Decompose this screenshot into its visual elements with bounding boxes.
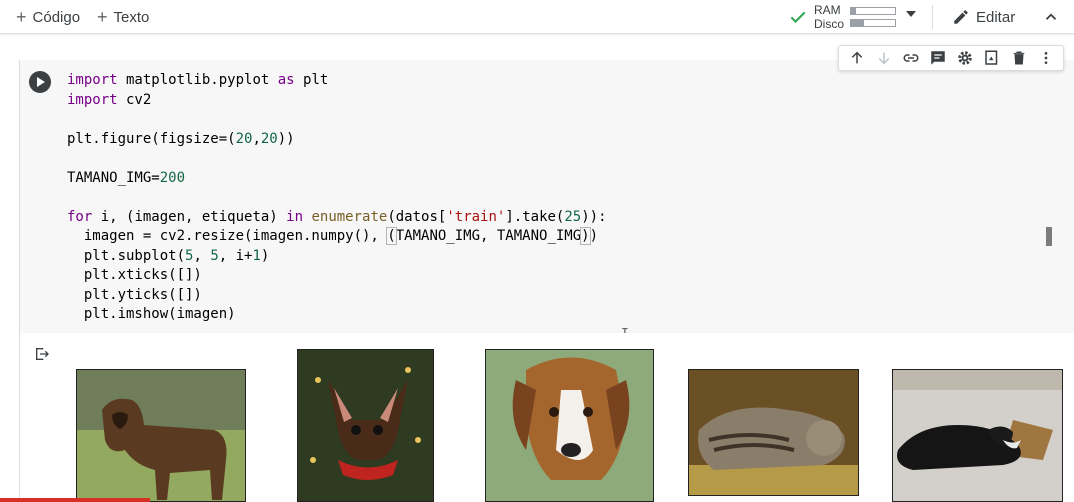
ram-usage-bar bbox=[850, 7, 897, 15]
check-icon bbox=[790, 11, 806, 24]
tabby-cat-photo bbox=[688, 369, 859, 496]
code-line-4: plt.figure(figsize=(20,20)) bbox=[67, 130, 295, 147]
arrow-down-icon[interactable] bbox=[874, 48, 894, 68]
chevron-up-icon[interactable] bbox=[1042, 8, 1060, 26]
black-white-dog-photo bbox=[892, 369, 1063, 502]
chevron-down-icon[interactable] bbox=[906, 11, 916, 17]
disk-label: Disco bbox=[814, 17, 845, 31]
edit-button[interactable]: Editar bbox=[952, 6, 1015, 28]
code-line-8: for i, (imagen, etiqueta) in enumerate(d… bbox=[67, 208, 607, 225]
code-line-2: import cv2 bbox=[67, 91, 152, 108]
disk-usage-bar bbox=[850, 19, 897, 27]
code-line-10: plt.subplot(5, 5, i+1) bbox=[67, 247, 270, 264]
pencil-icon bbox=[954, 10, 968, 24]
comment-icon[interactable] bbox=[928, 48, 948, 68]
chihuahua-photo bbox=[297, 349, 434, 502]
code-text[interactable]: import matplotlib.pyplot as plt import c… bbox=[67, 71, 607, 325]
link-icon[interactable] bbox=[901, 48, 921, 68]
add-text-label: Texto bbox=[113, 8, 150, 26]
output-redirect-icon[interactable] bbox=[34, 346, 50, 362]
arrow-up-icon[interactable] bbox=[847, 48, 867, 68]
code-line-9: imagen = cv2.resize(imagen.numpy(), (TAM… bbox=[67, 227, 599, 245]
add-code-button[interactable]: + Código bbox=[16, 6, 80, 28]
top-toolbar: + Código + Texto RAM Disco Editar bbox=[0, 0, 1074, 34]
edit-label: Editar bbox=[976, 8, 1016, 26]
cell-toolbar bbox=[838, 45, 1064, 71]
code-line-12: plt.yticks([]) bbox=[67, 286, 202, 303]
beagle-photo bbox=[485, 349, 654, 502]
ram-label: RAM bbox=[814, 3, 841, 17]
gear-icon[interactable] bbox=[955, 48, 975, 68]
resources-indicator[interactable]: RAM Disco bbox=[788, 0, 897, 34]
editor-scrollbar[interactable] bbox=[1046, 227, 1052, 246]
boxer-dog-photo bbox=[76, 369, 246, 502]
code-line-11: plt.xticks([]) bbox=[67, 267, 202, 283]
code-line-13: plt.imshow(imagen) bbox=[67, 306, 236, 322]
code-line-6: TAMANO_IMG=200 bbox=[67, 169, 186, 186]
plus-icon: + bbox=[97, 7, 108, 27]
toolbar-divider bbox=[932, 5, 933, 29]
trash-icon[interactable] bbox=[1009, 48, 1029, 68]
add-text-button[interactable]: + Texto bbox=[97, 6, 149, 28]
run-cell-button[interactable] bbox=[29, 71, 51, 93]
mirror-cell-icon[interactable] bbox=[982, 48, 1002, 68]
add-code-label: Código bbox=[32, 8, 81, 26]
plus-icon: + bbox=[16, 7, 27, 27]
more-vert-icon[interactable] bbox=[1036, 48, 1056, 68]
progress-indicator bbox=[0, 498, 150, 502]
code-line-1: import matplotlib.pyplot as plt bbox=[67, 72, 329, 88]
